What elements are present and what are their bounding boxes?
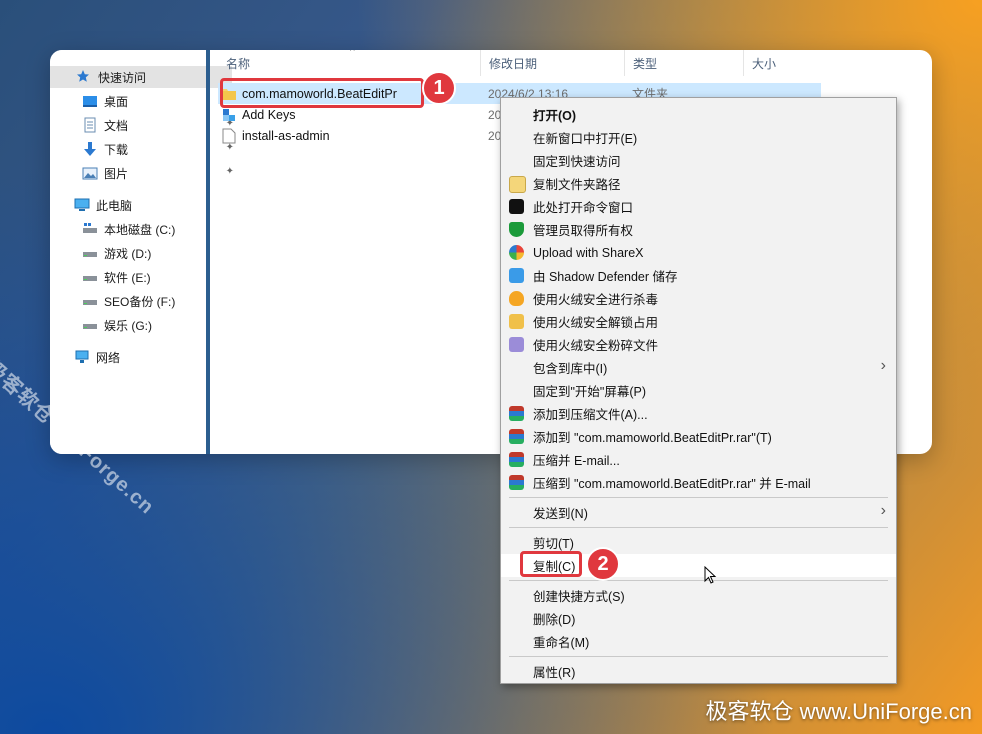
network-icon [74, 349, 90, 365]
menu-item-open-new-window[interactable]: 在新窗口中打开(E) [501, 126, 896, 149]
folder-unlock-icon [509, 314, 524, 329]
menu-item-compress-email[interactable]: 压缩并 E-mail... [501, 448, 896, 471]
download-arrow-icon [82, 141, 98, 157]
flame-icon [509, 291, 524, 306]
registry-icon [222, 107, 236, 123]
nav-this-pc[interactable]: 此电脑 [50, 194, 230, 216]
menu-item-huorong-unlock[interactable]: 使用火绒安全解锁占用 [501, 310, 896, 333]
menu-item-take-ownership[interactable]: 管理员取得所有权 [501, 218, 896, 241]
menu-item-open[interactable]: 打开(O) [501, 103, 896, 126]
menu-item-add-rar[interactable]: 添加到 "com.mamoworld.BeatEditPr.rar"(T) [501, 425, 896, 448]
menu-item-pin-quick-access[interactable]: 固定到快速访问 [501, 149, 896, 172]
menu-item-properties[interactable]: 属性(R) [501, 660, 896, 683]
menu-item-send-to[interactable]: 发送到(N) › [501, 501, 896, 524]
callout-badge-2: 2 [586, 547, 620, 581]
menu-item-include-library[interactable]: 包含到库中(I) › [501, 356, 896, 379]
menu-separator [509, 497, 888, 498]
menu-item-pin-start[interactable]: 固定到"开始"屏幕(P) [501, 379, 896, 402]
file-name: Add Keys [242, 107, 296, 122]
menu-item-open-cmd[interactable]: 此处打开命令窗口 [501, 195, 896, 218]
file-icon [222, 128, 236, 144]
column-header-date[interactable]: 修改日期 [481, 50, 625, 76]
callout-badge-1: 1 [422, 71, 456, 105]
shredder-icon [509, 337, 524, 352]
context-menu: 打开(O) 在新窗口中打开(E) 固定到快速访问 复制文件夹路径 此处打开命令窗… [500, 97, 897, 684]
menu-item-huorong-shred[interactable]: 使用火绒安全粉碎文件 [501, 333, 896, 356]
document-icon [82, 117, 98, 133]
computer-icon [74, 197, 90, 213]
winrar-icon [509, 475, 524, 490]
picture-icon [82, 165, 98, 181]
callout-highlight-1 [220, 78, 424, 108]
menu-item-add-archive[interactable]: 添加到压缩文件(A)... [501, 402, 896, 425]
column-header-type[interactable]: 类型 [625, 50, 744, 76]
drive-icon [82, 245, 98, 261]
desktop-icon [82, 93, 98, 109]
watermark-corner: 极客软仓 www.UniForge.cn [705, 699, 972, 724]
file-name: install-as-admin [242, 128, 330, 143]
star-icon [76, 69, 92, 85]
menu-separator [509, 527, 888, 528]
chevron-right-icon: › [880, 502, 886, 519]
column-header-size[interactable]: 大小 [744, 50, 824, 76]
clipboard-icon [509, 176, 526, 193]
shield-icon [509, 222, 524, 237]
menu-item-rename[interactable]: 重命名(M) [501, 630, 896, 653]
menu-item-shadow-defender[interactable]: 由 Shadow Defender 储存 [501, 264, 896, 287]
menu-item-compress-rar-email[interactable]: 压缩到 "com.mamoworld.BeatEditPr.rar" 并 E-m… [501, 471, 896, 494]
menu-item-huorong-scan[interactable]: 使用火绒安全进行杀毒 [501, 287, 896, 310]
menu-item-sharex[interactable]: Upload with ShareX [501, 241, 896, 264]
shadow-defender-icon [509, 268, 524, 283]
menu-item-copy-path[interactable]: 复制文件夹路径 [501, 172, 896, 195]
nav-network[interactable]: 网络 [50, 346, 230, 368]
menu-item-delete[interactable]: 删除(D) [501, 607, 896, 630]
drive-icon [82, 293, 98, 309]
drive-icon [82, 317, 98, 333]
terminal-icon [509, 199, 524, 214]
menu-item-create-shortcut[interactable]: 创建快捷方式(S) [501, 584, 896, 607]
winrar-icon [509, 452, 524, 467]
sharex-icon [509, 245, 524, 260]
callout-highlight-2 [520, 551, 582, 577]
navigation-pane: 快速访问 桌面 ✦ 文档 ✦ 下载 ✦ 图片 [50, 50, 234, 454]
menu-separator [509, 656, 888, 657]
menu-separator [509, 580, 888, 581]
mouse-cursor-icon [704, 566, 717, 584]
winrar-icon [509, 429, 524, 444]
nav-quick-access[interactable]: 快速访问 [50, 66, 232, 88]
winrar-icon [509, 406, 524, 421]
drive-icon [82, 269, 98, 285]
drive-icon [82, 221, 98, 237]
chevron-right-icon: › [880, 357, 886, 374]
